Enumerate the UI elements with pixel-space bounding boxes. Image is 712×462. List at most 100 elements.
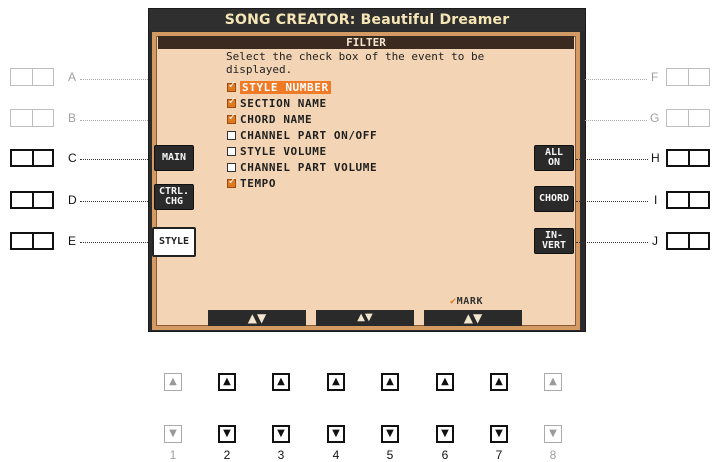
down-arrow-icon: ▼ xyxy=(332,428,340,439)
button-h[interactable] xyxy=(666,149,710,167)
button-d[interactable] xyxy=(10,191,54,209)
leader-line xyxy=(576,201,648,202)
up-button-1[interactable]: ▲ xyxy=(164,373,182,391)
column-number-4: 4 xyxy=(332,448,340,462)
down-button-3[interactable]: ▼ xyxy=(272,425,290,443)
button-e[interactable] xyxy=(10,232,54,250)
down-button-7[interactable]: ▼ xyxy=(490,425,508,443)
up-button-4[interactable]: ▲ xyxy=(327,373,345,391)
tab-style-label: STYLE xyxy=(158,236,190,247)
leader-line xyxy=(80,120,148,121)
event-label: SECTION NAME xyxy=(240,96,327,110)
event-item-chord-name[interactable]: CHORD NAME xyxy=(227,111,377,127)
button-j[interactable] xyxy=(666,232,710,250)
tab-style[interactable]: STYLE xyxy=(152,227,196,257)
letter-i: I xyxy=(654,193,658,207)
letter-f: F xyxy=(651,70,659,84)
updown-arrows-icon: ▲▼ xyxy=(463,311,483,325)
checkbox-chord-name[interactable] xyxy=(227,112,236,124)
checkbox-channel-part-volume[interactable] xyxy=(227,162,236,172)
down-button-8[interactable]: ▼ xyxy=(544,425,562,443)
button-c[interactable] xyxy=(10,149,54,167)
event-label: STYLE NUMBER xyxy=(240,80,331,94)
event-item-tempo[interactable]: TEMPO xyxy=(227,175,377,191)
column-number-3: 3 xyxy=(277,448,285,462)
tab-ctrl-chg[interactable]: CTRL. CHG xyxy=(154,184,194,210)
column-number-8: 8 xyxy=(549,448,557,462)
letter-h: H xyxy=(651,151,660,165)
event-item-style-volume[interactable]: STYLE VOLUME xyxy=(227,143,377,159)
event-label: STYLE VOLUME xyxy=(240,144,327,158)
event-item-style-number[interactable]: STYLE NUMBER xyxy=(227,79,377,95)
checkbox-tempo[interactable] xyxy=(227,176,236,188)
checkbox-channel-part-on-off[interactable] xyxy=(227,130,236,140)
event-item-section-name[interactable]: SECTION NAME xyxy=(227,95,377,111)
filter-header: FILTER xyxy=(158,36,574,49)
letter-a: A xyxy=(68,70,77,84)
instructions: Select the check box of the event to be … xyxy=(226,50,556,76)
mark-label: MARK xyxy=(456,296,484,307)
leader-line xyxy=(576,242,648,243)
up-arrow-icon: ▲ xyxy=(441,376,449,387)
down-button-6[interactable]: ▼ xyxy=(436,425,454,443)
event-label: CHANNEL PART ON/OFF xyxy=(240,128,378,142)
down-button-4[interactable]: ▼ xyxy=(327,425,345,443)
down-arrow-icon: ▼ xyxy=(277,428,285,439)
screen-title: SONG CREATOR: Beautiful Dreamer xyxy=(149,9,585,31)
up-button-6[interactable]: ▲ xyxy=(436,373,454,391)
checkbox-style-volume[interactable] xyxy=(227,146,236,156)
button-g[interactable] xyxy=(666,109,710,127)
checkbox-section-name[interactable] xyxy=(227,96,236,108)
up-button-7[interactable]: ▲ xyxy=(490,373,508,391)
invert-line2: VERT xyxy=(541,240,567,251)
down-arrow-icon: ▼ xyxy=(223,428,231,439)
down-button-1[interactable]: ▼ xyxy=(164,425,182,443)
tab-main[interactable]: MAIN xyxy=(154,145,194,171)
down-arrow-icon: ▼ xyxy=(549,428,557,439)
leader-line xyxy=(80,79,148,80)
tab-main-label: MAIN xyxy=(161,152,187,163)
event-label: CHORD NAME xyxy=(240,112,313,126)
up-button-5[interactable]: ▲ xyxy=(381,373,399,391)
invert-button[interactable]: IN- VERT xyxy=(534,228,574,254)
button-a[interactable] xyxy=(10,68,54,86)
up-button-3[interactable]: ▲ xyxy=(272,373,290,391)
up-arrow-icon: ▲ xyxy=(332,376,340,387)
event-item-channel-part-volume[interactable]: CHANNEL PART VOLUME xyxy=(227,159,377,175)
up-arrow-icon: ▲ xyxy=(169,376,177,387)
leader-line xyxy=(80,201,152,202)
bottom-arrow-bar-3[interactable]: ▲▼ xyxy=(424,310,522,326)
updown-arrows-icon: ▲▼ xyxy=(357,312,373,323)
up-arrow-icon: ▲ xyxy=(277,376,285,387)
leader-line xyxy=(80,159,152,160)
up-arrow-icon: ▲ xyxy=(386,376,394,387)
bottom-arrow-bar-2[interactable]: ▲▼ xyxy=(316,310,414,326)
updown-arrows-icon: ▲▼ xyxy=(247,311,267,325)
up-arrow-icon: ▲ xyxy=(549,376,557,387)
button-b[interactable] xyxy=(10,109,54,127)
down-button-5[interactable]: ▼ xyxy=(381,425,399,443)
letter-b: B xyxy=(68,111,77,125)
column-number-7: 7 xyxy=(495,448,503,462)
down-button-2[interactable]: ▼ xyxy=(218,425,236,443)
chord-button[interactable]: CHORD xyxy=(534,186,574,212)
all-on-button[interactable]: ALL ON xyxy=(534,145,574,171)
checkbox-style-number[interactable] xyxy=(227,80,236,92)
up-arrow-icon: ▲ xyxy=(495,376,503,387)
leader-line xyxy=(585,79,647,80)
up-button-8[interactable]: ▲ xyxy=(544,373,562,391)
instructions-line1: Select the check box of the event to be xyxy=(226,50,485,63)
bottom-arrow-bar-1[interactable]: ▲▼ xyxy=(208,310,306,326)
down-arrow-icon: ▼ xyxy=(386,428,394,439)
tab-ctrl-label-line2: CHG xyxy=(164,196,184,207)
leader-line xyxy=(585,120,647,121)
chord-label: CHORD xyxy=(538,193,570,204)
column-number-5: 5 xyxy=(386,448,394,462)
button-i[interactable] xyxy=(666,191,710,209)
column-number-6: 6 xyxy=(441,448,449,462)
down-arrow-icon: ▼ xyxy=(495,428,503,439)
up-button-2[interactable]: ▲ xyxy=(218,373,236,391)
button-f[interactable] xyxy=(666,68,710,86)
all-on-line2: ON xyxy=(547,157,561,168)
event-item-channel-part-on-off[interactable]: CHANNEL PART ON/OFF xyxy=(227,127,377,143)
